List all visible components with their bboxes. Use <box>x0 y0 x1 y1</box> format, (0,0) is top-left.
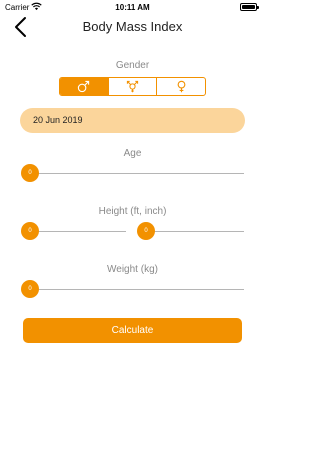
male-icon <box>78 80 90 93</box>
date-picker[interactable]: 20 Jun 2019 <box>20 108 245 133</box>
page-title: Body Mass Index <box>82 19 183 34</box>
gender-label: Gender <box>115 60 150 71</box>
calculate-button[interactable]: Calculate <box>23 318 242 343</box>
date-value: 20 Jun 2019 <box>33 115 83 125</box>
age-slider-track[interactable] <box>30 173 244 174</box>
gender-option-female[interactable] <box>157 78 205 95</box>
weight-slider-track[interactable] <box>30 289 244 290</box>
status-bar: Carrier 10:11 AM <box>0 0 265 14</box>
status-time: 10:11 AM <box>115 3 150 12</box>
transgender-icon <box>126 80 139 93</box>
female-icon <box>177 80 186 93</box>
height-feet-slider-track[interactable] <box>30 231 126 232</box>
gender-selector <box>59 77 206 96</box>
age-label: Age <box>123 148 142 159</box>
gender-option-male[interactable] <box>60 78 109 95</box>
weight-slider-thumb[interactable]: 0 <box>21 280 39 298</box>
height-label: Height (ft, inch) <box>98 206 167 217</box>
battery-icon <box>240 3 259 11</box>
gender-option-transgender[interactable] <box>109 78 158 95</box>
height-inch-slider-thumb[interactable]: 0 <box>137 222 155 240</box>
height-inch-slider-track[interactable] <box>146 231 244 232</box>
weight-label: Weight (kg) <box>107 264 158 275</box>
height-feet-slider-thumb[interactable]: 0 <box>21 222 39 240</box>
age-slider-thumb[interactable]: 0 <box>21 164 39 182</box>
